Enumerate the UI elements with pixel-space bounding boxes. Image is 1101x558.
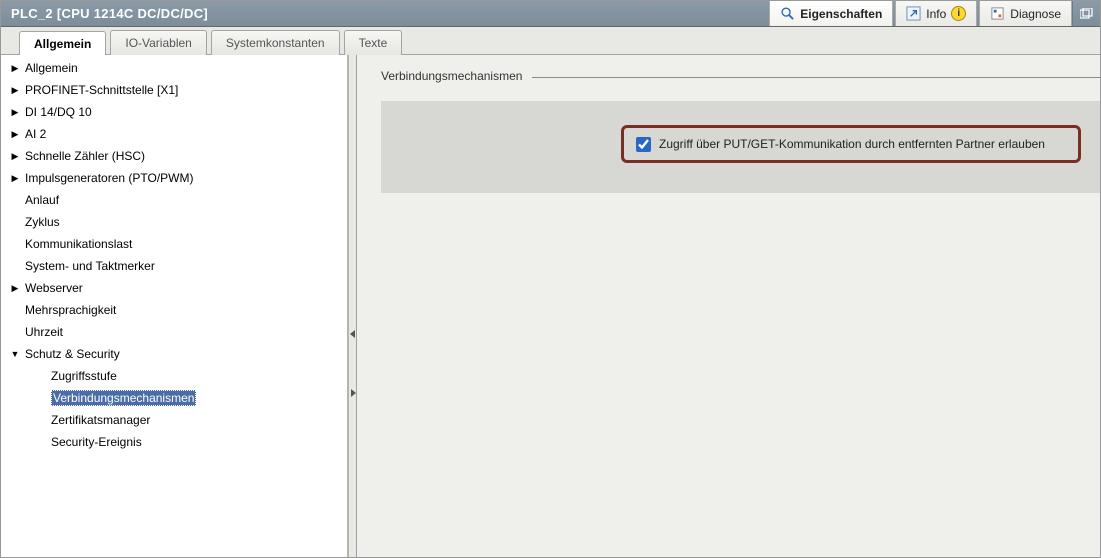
tree-item-label: PROFINET-Schnittstelle [X1] (25, 83, 178, 97)
tab-texts[interactable]: Texte (344, 30, 403, 55)
tree-item[interactable]: Mehrsprachigkeit (1, 299, 347, 321)
tree-item[interactable]: Verbindungsmechanismen (1, 387, 347, 409)
window-title: PLC_2 [CPU 1214C DC/DC/DC] (1, 1, 767, 26)
tree-item-label: Schutz & Security (25, 347, 120, 361)
chevron-right-icon[interactable]: ▶ (9, 84, 21, 96)
tree-item[interactable]: System- und Taktmerker (1, 255, 347, 277)
section-title: Verbindungsmechanismen (381, 69, 522, 83)
tree-item-label: Allgemein (25, 61, 78, 75)
topbar-tab-label: Info (926, 7, 946, 21)
tree-item[interactable]: Kommunikationslast (1, 233, 347, 255)
topbar-tab-properties[interactable]: Eigenschaften (769, 1, 893, 26)
tree-item-label: Security-Ereignis (51, 435, 142, 449)
tab-general[interactable]: Allgemein (19, 31, 106, 56)
putget-access-label: Zugriff über PUT/GET-Kommunikation durch… (659, 136, 1045, 152)
tree-item-label: Mehrsprachigkeit (25, 303, 116, 317)
info-badge-icon: i (951, 6, 966, 21)
tree-item[interactable]: ▶ Impulsgeneratoren (PTO/PWM) (1, 167, 347, 189)
tree-item[interactable]: ▼ Schutz & Security (1, 343, 347, 365)
window-restore-button[interactable] (1072, 1, 1100, 26)
tree-item[interactable]: Zugriffsstufe (1, 365, 347, 387)
tree-item[interactable]: Uhrzeit (1, 321, 347, 343)
tree-item[interactable]: Zyklus (1, 211, 347, 233)
tree-item[interactable]: Zertifikatsmanager (1, 409, 347, 431)
tree-item-label: Schnelle Zähler (HSC) (25, 149, 145, 163)
chevron-right-icon[interactable]: ▶ (9, 128, 21, 140)
tree-item-label: Impulsgeneratoren (PTO/PWM) (25, 171, 194, 185)
tree-item-label: Uhrzeit (25, 325, 63, 339)
tree-item-label: Webserver (25, 281, 83, 295)
tree-item-label: System- und Taktmerker (25, 259, 155, 273)
tree-item-label: Zertifikatsmanager (51, 413, 150, 427)
putget-highlight-box: Zugriff über PUT/GET-Kommunikation durch… (621, 125, 1081, 163)
tree-item-label: Verbindungsmechanismen (51, 390, 196, 406)
tree-item[interactable]: Anlauf (1, 189, 347, 211)
vertical-splitter[interactable] (349, 55, 357, 557)
tree-item-label: Zyklus (25, 215, 60, 229)
chevron-right-icon[interactable]: ▶ (9, 172, 21, 184)
info-arrow-icon (906, 6, 921, 21)
tree-item-label: Zugriffsstufe (51, 369, 117, 383)
tree-item[interactable]: ▶ Webserver (1, 277, 347, 299)
tab-io-variables[interactable]: IO-Variablen (110, 30, 206, 55)
tree-item[interactable]: ▶ Allgemein (1, 57, 347, 79)
topbar-tab-diag[interactable]: Diagnose (979, 1, 1072, 26)
tab-strip: Allgemein IO-Variablen Systemkonstanten … (1, 27, 1100, 55)
tree-item[interactable]: ▶ DI 14/DQ 10 (1, 101, 347, 123)
tree-item[interactable]: Security-Ereignis (1, 431, 347, 453)
tree-item-label: Anlauf (25, 193, 59, 207)
collapse-left-icon (350, 330, 355, 338)
topbar-tab-label: Eigenschaften (800, 7, 882, 21)
tree-item-label: DI 14/DQ 10 (25, 105, 92, 119)
chevron-right-icon[interactable]: ▶ (9, 106, 21, 118)
putget-access-checkbox[interactable] (636, 137, 651, 152)
tree-item[interactable]: ▶ PROFINET-Schnittstelle [X1] (1, 79, 347, 101)
magnifier-icon (780, 6, 795, 21)
tree-item-label: AI 2 (25, 127, 46, 141)
topbar-tab-label: Diagnose (1010, 7, 1061, 21)
tree-item-label: Kommunikationslast (25, 237, 132, 251)
section-divider (532, 77, 1100, 78)
collapse-right-icon (351, 389, 356, 397)
chevron-right-icon[interactable]: ▶ (9, 150, 21, 162)
tab-system-constants[interactable]: Systemkonstanten (211, 30, 340, 55)
topbar-tab-info[interactable]: Info i (895, 1, 977, 26)
nav-tree: ▶ Allgemein ▶ PROFINET-Schnittstelle [X1] ▶ D… (1, 55, 349, 557)
tree-item[interactable]: ▶ AI 2 (1, 123, 347, 145)
tree-item[interactable]: ▶ Schnelle Zähler (HSC) (1, 145, 347, 167)
chevron-right-icon[interactable]: ▶ (9, 62, 21, 74)
diagnose-icon (990, 6, 1005, 21)
chevron-right-icon[interactable]: ▶ (9, 282, 21, 294)
content-panel: Verbindungsmechanismen Zugriff über PUT/… (357, 55, 1100, 557)
chevron-down-icon[interactable]: ▼ (9, 348, 21, 360)
